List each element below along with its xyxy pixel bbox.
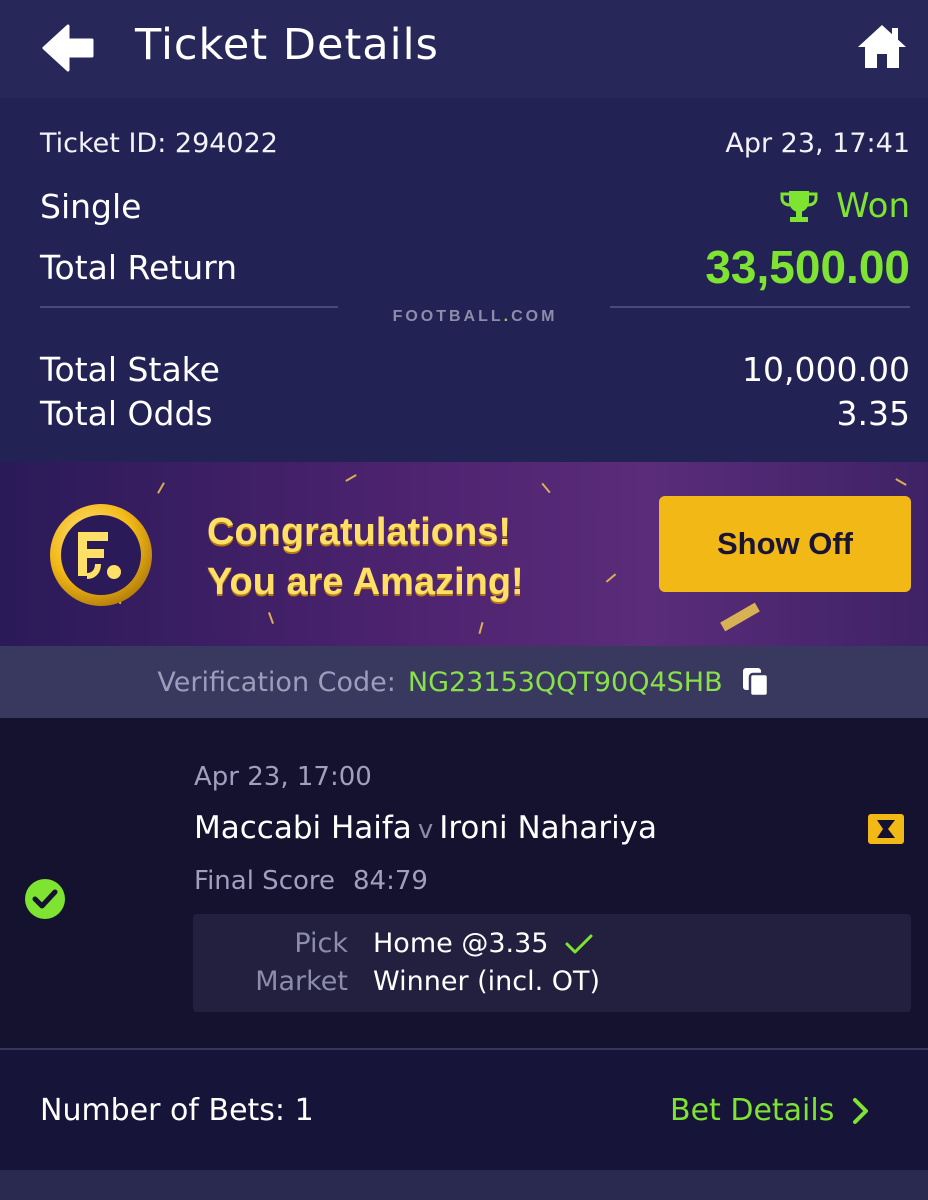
show-off-button[interactable]: Show Off <box>659 496 911 592</box>
chevron-right-icon <box>853 1097 869 1124</box>
match-date: Apr 23, 17:00 <box>194 762 372 792</box>
trophy-icon <box>780 191 818 222</box>
brand-watermark: FOOTBALL.COM <box>392 308 558 325</box>
pick-value-wrap: Home @3.35 <box>373 928 594 959</box>
check-circle-icon <box>25 879 65 919</box>
total-return-label: Total Return <box>40 247 238 287</box>
confetti <box>541 482 551 494</box>
pick-value: Home @3.35 <box>373 928 549 959</box>
total-odds-label: Total Odds <box>40 394 213 433</box>
home-icon[interactable] <box>856 22 908 72</box>
confetti <box>157 482 165 494</box>
ticket-datetime: Apr 23, 17:41 <box>725 128 910 159</box>
market-row: Market Winner (incl. OT) <box>193 966 600 997</box>
bet-details-link[interactable]: Bet Details <box>670 1093 870 1128</box>
page-title: Ticket Details <box>135 20 439 70</box>
final-score-row: Final Score 84:79 <box>194 866 428 896</box>
ticket-id: Ticket ID: 294022 <box>40 128 278 159</box>
confetti <box>895 478 907 486</box>
verification-bar: Verification Code: NG23153QQT90Q4SHB <box>0 646 928 718</box>
header-bar: Ticket Details <box>0 0 928 98</box>
congrats-line1: Congratulations! <box>207 511 511 553</box>
check-icon <box>565 934 593 953</box>
divider-right <box>610 306 910 308</box>
confetti <box>605 573 617 583</box>
bet-details-label: Bet Details <box>670 1093 835 1128</box>
versus: v <box>417 815 434 845</box>
football-logo-icon <box>50 504 152 606</box>
final-score-label: Final Score <box>194 866 336 896</box>
verification-code: NG23153QQT90Q4SHB <box>407 666 723 698</box>
market-label: Market <box>255 966 348 997</box>
verification-label: Verification Code: <box>157 666 396 698</box>
away-team: Ironi Nahariya <box>439 810 658 846</box>
congrats-text: Congratulations! You are Amazing! <box>207 507 524 607</box>
match-title[interactable]: Maccabi Haifa v Ironi Nahariya <box>194 810 657 846</box>
ticket-type: Single <box>40 186 142 226</box>
confetti <box>478 621 484 635</box>
total-odds-value: 3.35 <box>836 394 910 433</box>
bottom-strip <box>0 1170 928 1200</box>
total-return-value: 33,500.00 <box>705 241 910 293</box>
status-badge: Won <box>780 186 910 226</box>
bet-item: Apr 23, 17:00 Maccabi Haifa v Ironi Nahari… <box>0 718 928 1048</box>
home-team: Maccabi Haifa <box>194 810 412 846</box>
copy-icon[interactable] <box>741 666 771 698</box>
confetti <box>345 474 357 482</box>
confetti <box>720 602 760 632</box>
total-stake-value: 10,000.00 <box>742 350 910 389</box>
total-stake-label: Total Stake <box>40 350 220 389</box>
back-arrow-icon[interactable] <box>40 22 96 74</box>
pick-label: Pick <box>294 928 348 959</box>
status-text: Won <box>836 186 910 226</box>
ticket-type-row: Single Won <box>40 186 910 226</box>
final-score-value: 84:79 <box>353 866 428 896</box>
total-odds-row: Total Odds 3.35 <box>40 394 910 433</box>
ticket-summary: Ticket ID: 294022 Apr 23, 17:41 Single W… <box>0 98 928 462</box>
pick-box: Pick Home @3.35 Market Winner (incl. OT) <box>193 914 911 1012</box>
total-return-row: Total Return 33,500.00 <box>40 240 910 294</box>
confetti <box>268 612 274 624</box>
pick-row: Pick Home @3.35 <box>193 928 594 959</box>
footer-bar: Number of Bets: 1 Bet Details <box>0 1050 928 1170</box>
live-stream-icon[interactable] <box>866 812 906 846</box>
congratulations-banner: Congratulations! You are Amazing! Show O… <box>0 462 928 646</box>
number-of-bets: Number of Bets: 1 <box>40 1093 314 1128</box>
total-stake-row: Total Stake 10,000.00 <box>40 350 910 389</box>
ticket-meta-row: Ticket ID: 294022 Apr 23, 17:41 <box>40 128 910 159</box>
congrats-line2: You are Amazing! <box>207 561 524 603</box>
market-value: Winner (incl. OT) <box>373 966 601 997</box>
divider-left <box>40 306 338 308</box>
